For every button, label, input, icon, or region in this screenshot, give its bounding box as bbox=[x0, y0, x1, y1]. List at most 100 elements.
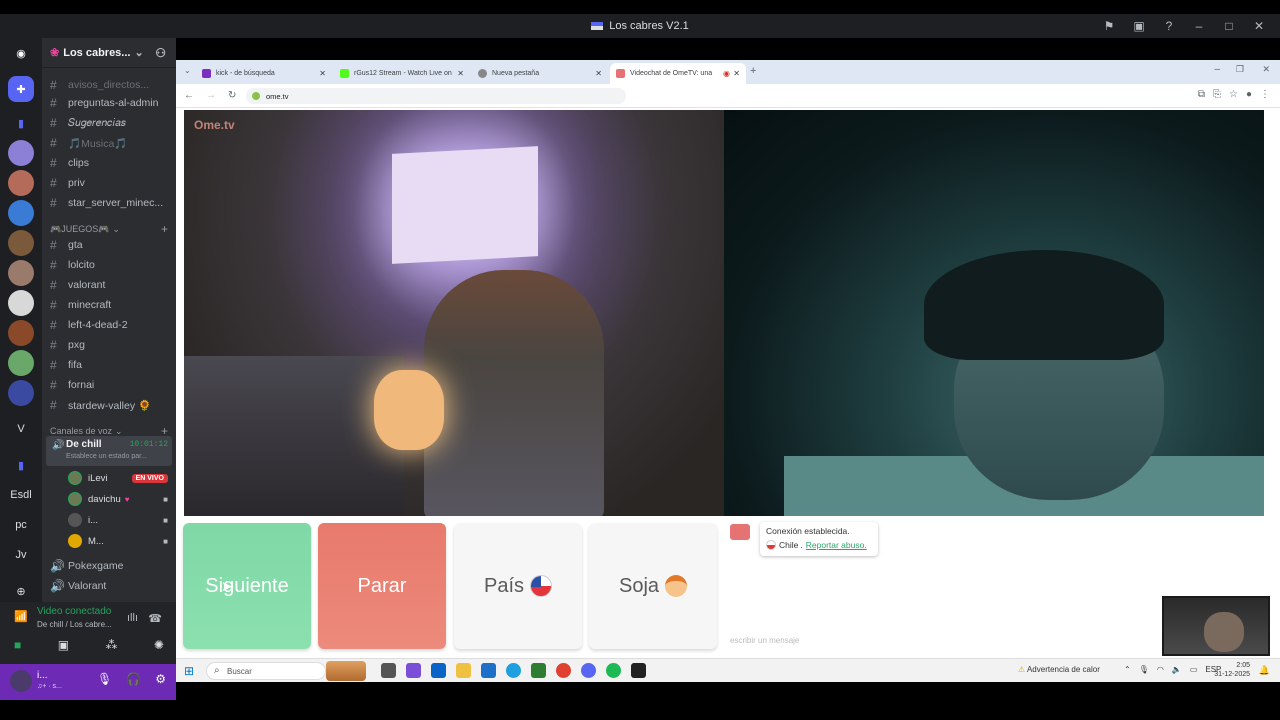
voice-user[interactable]: i... ■ bbox=[68, 511, 168, 529]
edge-icon[interactable] bbox=[506, 663, 521, 678]
bookmark-icon[interactable]: ☆ bbox=[1229, 89, 1238, 100]
server-icon[interactable] bbox=[8, 260, 34, 286]
weather-warning[interactable]: Advertencia de calor bbox=[1018, 665, 1100, 674]
microphone-icon[interactable]: 🎙 bbox=[1139, 665, 1149, 674]
back-icon[interactable]: ← bbox=[184, 90, 194, 101]
add-channel-icon[interactable]: + bbox=[161, 222, 168, 236]
noise-icon[interactable]: ıllı bbox=[127, 612, 138, 624]
server-label[interactable]: Esdl bbox=[8, 482, 34, 508]
add-icon[interactable]: ⊕ bbox=[8, 578, 34, 604]
disconnect-icon[interactable]: ☎ bbox=[148, 612, 162, 625]
close-tab-icon[interactable]: ✕ bbox=[733, 69, 740, 78]
next-button[interactable]: Siguiente bbox=[183, 523, 311, 649]
chat-input[interactable]: escribir un mensaje bbox=[730, 636, 799, 645]
channel-item[interactable]: # 🎵Musica🎵 bbox=[50, 134, 127, 152]
country-button[interactable]: País bbox=[454, 523, 582, 649]
channel-item[interactable]: # 𝑆𝑢𝑔𝑒𝑟𝑒𝑛𝑐𝑖𝑎𝑠 bbox=[50, 114, 126, 132]
add-member-icon[interactable]: ⚇ bbox=[155, 46, 166, 60]
voice-channel[interactable]: 🔊 Pokexgame bbox=[50, 557, 123, 575]
server-icon[interactable] bbox=[8, 200, 34, 226]
translate-icon[interactable]: ⎘ bbox=[1213, 89, 1221, 100]
category-games[interactable]: 🎮JUEGOS🎮 ⌄ + bbox=[50, 222, 168, 236]
server-icon[interactable] bbox=[8, 140, 34, 166]
voice-user[interactable]: iLevi EN VIVO bbox=[68, 469, 168, 487]
profile-icon[interactable]: ● bbox=[1246, 89, 1252, 100]
browser-tab[interactable]: Nueva pestaña ✕ bbox=[472, 63, 608, 84]
picture-in-picture-video[interactable] bbox=[1162, 596, 1270, 656]
restore-button[interactable]: ❐ bbox=[1236, 64, 1244, 75]
close-button[interactable]: ✕ bbox=[1244, 16, 1274, 36]
gender-button[interactable]: Soja bbox=[589, 523, 717, 649]
server-icon[interactable] bbox=[8, 170, 34, 196]
copilot-icon[interactable] bbox=[406, 663, 421, 678]
channel-item[interactable]: # clips bbox=[50, 154, 89, 172]
clock[interactable]: 2:05 31-12-2025 bbox=[1214, 661, 1250, 679]
channel-item[interactable]: # fornai bbox=[50, 376, 94, 394]
notification-icon[interactable]: 🔔 bbox=[1259, 665, 1270, 676]
browser-tab[interactable]: kick - de búsqueda ✕ bbox=[196, 63, 332, 84]
add-server-icon[interactable]: ✚ bbox=[8, 76, 34, 102]
chevron-up-icon[interactable]: ⌃ bbox=[1124, 665, 1131, 674]
voice-channel[interactable]: 🔊 Valorant bbox=[50, 577, 106, 595]
close-button[interactable]: ✕ bbox=[1262, 64, 1270, 75]
menu-icon[interactable]: ⋮ bbox=[1260, 89, 1270, 100]
channel-item[interactable]: # pxg bbox=[50, 336, 85, 354]
battery-icon[interactable]: ▭ bbox=[1190, 665, 1198, 674]
channel-item[interactable]: # left-4-dead-2 bbox=[50, 316, 128, 334]
channel-item[interactable]: # avisos_directos... bbox=[50, 76, 149, 94]
browser-tab-active[interactable]: Videochat de OmeTV: una ◉ ✕ bbox=[610, 63, 746, 84]
discord-icon[interactable]: ◉ bbox=[8, 40, 34, 66]
screen-icon[interactable]: ▣ bbox=[1124, 16, 1154, 36]
wifi-icon[interactable]: ◠ bbox=[1157, 665, 1164, 674]
close-tab-icon[interactable]: ✕ bbox=[319, 69, 326, 78]
report-link[interactable]: Reportar abuso. bbox=[806, 540, 867, 550]
task-view-icon[interactable] bbox=[381, 663, 396, 678]
headphones-icon[interactable]: 🎧 bbox=[126, 672, 141, 686]
server-icon[interactable] bbox=[8, 380, 34, 406]
settings-icon[interactable]: ⚙ bbox=[155, 672, 166, 686]
file-explorer-icon[interactable] bbox=[456, 663, 471, 678]
inbox-icon[interactable]: ⚑ bbox=[1094, 16, 1124, 36]
folder-icon[interactable]: ▮ bbox=[8, 110, 34, 136]
minimize-button[interactable]: – bbox=[1214, 64, 1220, 75]
spotify-icon[interactable] bbox=[606, 663, 621, 678]
server-label[interactable]: Jv bbox=[8, 542, 34, 568]
volume-icon[interactable]: 🔈 bbox=[1172, 665, 1182, 674]
channel-item[interactable]: # valorant bbox=[50, 276, 105, 294]
stop-button[interactable]: Parar bbox=[318, 523, 446, 649]
channel-item[interactable]: # preguntas-al-admin bbox=[50, 94, 158, 112]
server-icon[interactable] bbox=[8, 350, 34, 376]
close-tab-icon[interactable]: ✕ bbox=[457, 69, 464, 78]
folder-icon[interactable]: ▮ bbox=[8, 452, 34, 478]
cast-icon[interactable]: ⧉ bbox=[1198, 89, 1205, 100]
channel-item[interactable]: # stardew-valley 🌻 bbox=[50, 396, 151, 414]
voice-user[interactable]: M... ■ bbox=[68, 532, 168, 550]
minimize-button[interactable]: – bbox=[1184, 16, 1214, 36]
voice-channel-active[interactable]: 🔊 De chill 10:01:12 Establece un estado … bbox=[46, 436, 172, 466]
store-icon[interactable] bbox=[481, 663, 496, 678]
server-icon[interactable] bbox=[8, 230, 34, 256]
new-tab-icon[interactable]: + bbox=[750, 65, 756, 77]
help-icon[interactable]: ? bbox=[1154, 16, 1184, 36]
channel-item[interactable]: # star_server_minec... bbox=[50, 194, 163, 212]
url-field[interactable]: ome.tv bbox=[246, 88, 626, 104]
epic-games-icon[interactable] bbox=[631, 663, 646, 678]
maximize-button[interactable]: □ bbox=[1214, 16, 1244, 36]
channel-item[interactable]: # gta bbox=[50, 236, 83, 254]
taskbar-search[interactable]: Buscar bbox=[206, 662, 326, 680]
channel-item[interactable]: # fifa bbox=[50, 356, 82, 374]
discord-icon[interactable] bbox=[581, 663, 596, 678]
tab-search-icon[interactable]: ⌄ bbox=[184, 66, 191, 75]
channel-item[interactable]: # lolcito bbox=[50, 256, 95, 274]
avatar[interactable] bbox=[10, 670, 32, 692]
activities-icon[interactable]: ⁂ bbox=[105, 638, 117, 652]
app-icon[interactable] bbox=[531, 663, 546, 678]
channel-item[interactable]: # priv bbox=[50, 174, 85, 192]
camera-icon[interactable]: ■ bbox=[14, 638, 21, 652]
browser-tab[interactable]: rGus12 Stream - Watch Live on ✕ bbox=[334, 63, 470, 84]
server-icon[interactable] bbox=[8, 320, 34, 346]
screen-share-icon[interactable]: ▣ bbox=[58, 638, 69, 652]
weather-widget-icon[interactable] bbox=[326, 661, 366, 681]
outlook-icon[interactable] bbox=[431, 663, 446, 678]
server-header[interactable]: ❀ Los cabres... ⌄ ⚇ bbox=[42, 38, 176, 68]
